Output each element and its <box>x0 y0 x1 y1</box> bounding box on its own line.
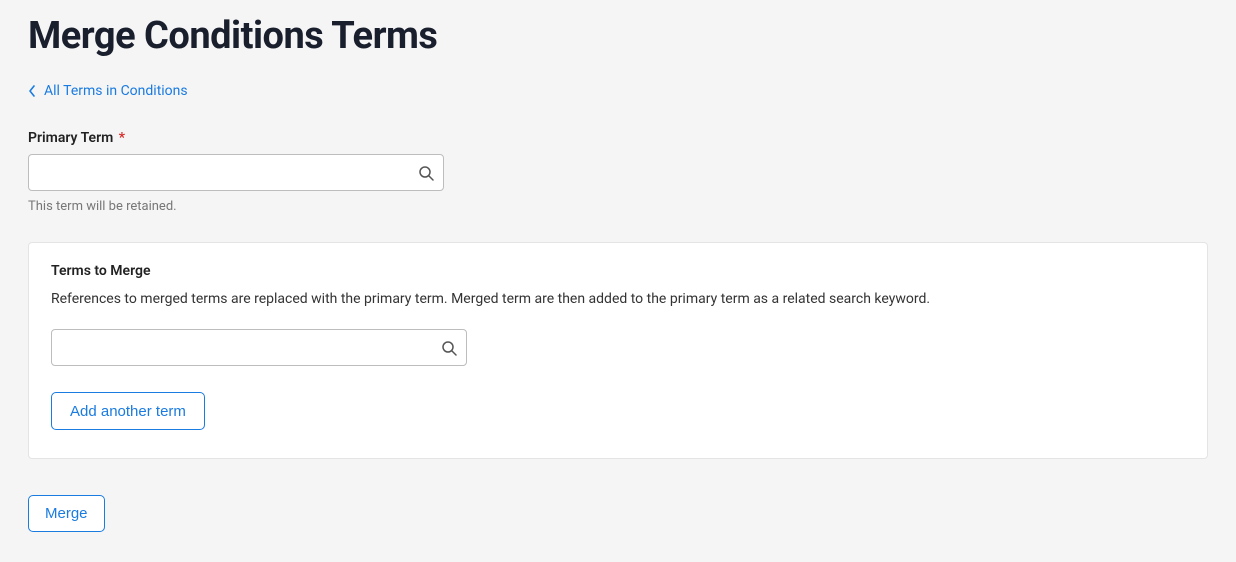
breadcrumb-label: All Terms in Conditions <box>44 83 188 99</box>
primary-term-label-text: Primary Term <box>28 130 113 146</box>
chevron-left-icon <box>28 85 36 97</box>
breadcrumb-back-link[interactable]: All Terms in Conditions <box>28 83 188 127</box>
required-marker: * <box>119 130 125 146</box>
primary-term-field: Primary Term * This term will be retaine… <box>28 127 1208 214</box>
page-title: Merge Conditions Terms <box>28 0 1208 82</box>
terms-to-merge-card: Terms to Merge References to merged term… <box>28 242 1208 459</box>
merge-button[interactable]: Merge <box>28 495 105 532</box>
primary-term-input-wrap <box>28 154 444 191</box>
terms-to-merge-description: References to merged terms are replaced … <box>51 291 1185 307</box>
primary-term-input[interactable] <box>28 154 444 191</box>
primary-term-label: Primary Term * <box>28 130 125 146</box>
action-bar: Merge <box>28 495 1208 532</box>
primary-term-helper: This term will be retained. <box>28 199 1208 214</box>
merge-term-input-wrap <box>51 329 467 366</box>
merge-term-input[interactable] <box>51 329 467 366</box>
terms-to-merge-title: Terms to Merge <box>51 263 1185 279</box>
add-another-term-button[interactable]: Add another term <box>51 392 205 430</box>
